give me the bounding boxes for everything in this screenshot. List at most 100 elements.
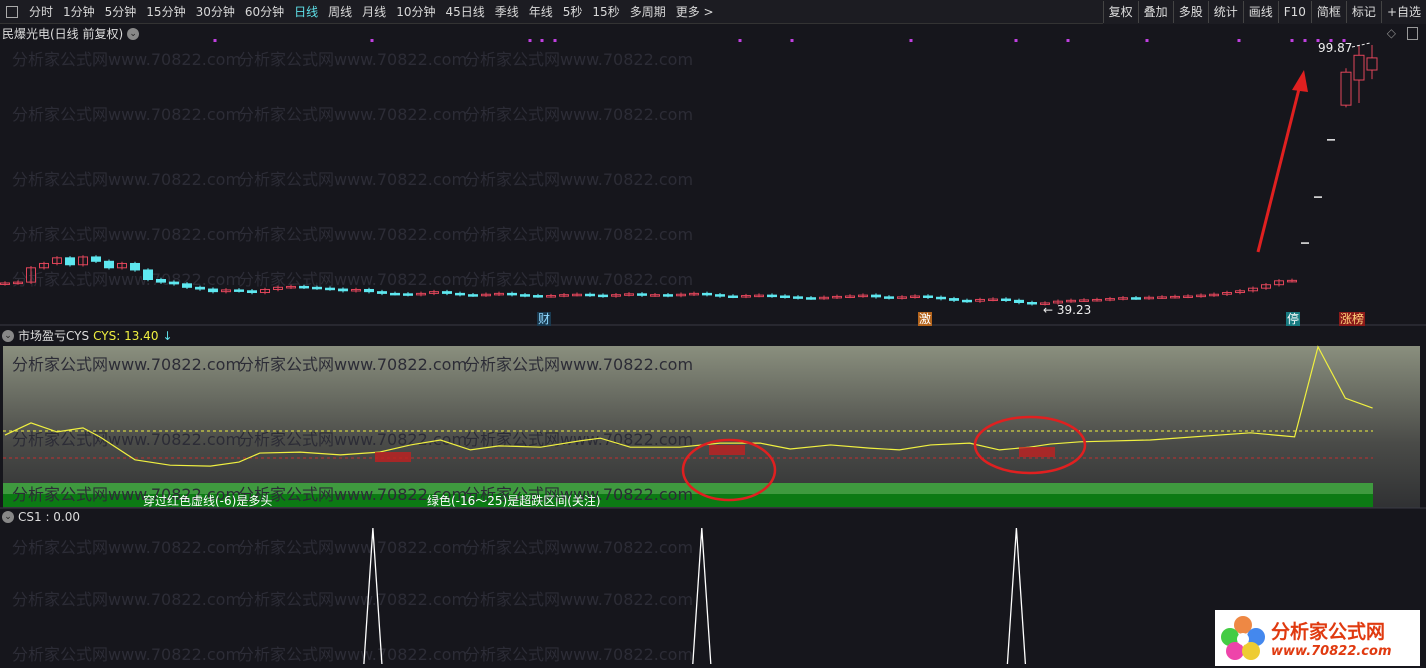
watermark: 分析家公式网www.70822.com: [238, 430, 467, 449]
flower-logo-icon: [1215, 613, 1271, 663]
watermark: 分析家公式网www.70822.com: [464, 590, 693, 609]
watermark: 分析家公式网www.70822.com: [238, 270, 467, 289]
candle: [247, 290, 257, 294]
logo-name: 分析家公式网: [1271, 621, 1386, 643]
cs1-title: CS1 : 0.00: [18, 510, 81, 524]
cys-panel-title: ⌄ 市场盈亏CYS CYS: 13.40 ↓: [2, 327, 173, 344]
signal-dot: [213, 39, 217, 42]
candle: [299, 285, 309, 289]
candle: [338, 288, 348, 292]
watermark: 分析家公式网www.70822.com: [238, 170, 467, 189]
candle: [637, 293, 647, 296]
candle: [702, 292, 712, 296]
candle: [65, 257, 75, 266]
candle: [533, 295, 543, 298]
watermark: 分析家公式网www.70822.com: [238, 50, 467, 69]
signal-zhangbang: 涨榜: [1339, 312, 1366, 326]
watermark: 分析家公式网www.70822.com: [12, 50, 241, 69]
watermark: 分析家公式网www.70822.com: [238, 355, 467, 374]
candle: [377, 291, 387, 294]
candle: [1027, 301, 1037, 305]
candle: [468, 294, 478, 297]
arrow-down-icon: ↓: [162, 328, 173, 343]
watermark: 分析家公式网www.70822.com: [12, 225, 241, 244]
candle: [390, 292, 400, 296]
candle: [143, 269, 153, 281]
watermark: 分析家公式网www.70822.com: [12, 538, 241, 557]
candle: [130, 262, 140, 271]
watermark: 分析家公式网www.70822.com: [12, 270, 241, 289]
signal-dot: [1066, 39, 1070, 42]
watermark: 分析家公式网www.70822.com: [12, 170, 241, 189]
candle: [1001, 298, 1011, 302]
cys-title: 市场盈亏CYS: [18, 329, 90, 343]
watermark: 分析家公式网www.70822.com: [238, 105, 467, 124]
candle: [1366, 57, 1378, 71]
watermark: 分析家公式网www.70822.com: [464, 645, 693, 664]
signal-ting: 停: [1286, 312, 1301, 326]
high-price-label: 99.87: [1318, 41, 1353, 55]
signal-dot: [1303, 39, 1307, 42]
low-price-label: ← 39.23: [1043, 303, 1092, 317]
site-logo: 分析家公式网 www.70822.com: [1215, 610, 1420, 666]
cs1-panel-title: ⌄ CS1 : 0.00: [2, 510, 80, 524]
watermark: 分析家公式网www.70822.com: [12, 645, 241, 664]
signal-dot: [370, 39, 374, 42]
candle: [403, 293, 413, 296]
logo-url: www.70822.com: [1271, 644, 1392, 659]
cys-legend-bull: 穿过红色虚线(-6)是多头: [143, 494, 273, 508]
price-chart[interactable]: 分析家公式网www.70822.com分析家公式网www.70822.com分析…: [0, 0, 1426, 668]
candle: [871, 294, 881, 298]
watermark: 分析家公式网www.70822.com: [238, 590, 467, 609]
candle: [793, 296, 803, 299]
candle: [507, 292, 517, 296]
cs1-spike: [692, 527, 712, 665]
signal-dot: [790, 39, 794, 42]
candle: [663, 294, 673, 297]
candle: [923, 295, 933, 298]
signal-dot: [540, 39, 544, 42]
signal-dot: [738, 39, 742, 42]
signal-ji: 激: [918, 312, 933, 326]
candle: [806, 297, 816, 300]
candle: [585, 293, 595, 297]
candle: [91, 256, 101, 262]
candle: [325, 287, 335, 291]
candle: [1340, 71, 1352, 106]
candle: [169, 281, 179, 285]
candle: [936, 296, 946, 300]
watermark: 分析家公式网www.70822.com: [464, 225, 693, 244]
signal-dot: [909, 39, 913, 42]
watermark: 分析家公式网www.70822.com: [464, 50, 693, 69]
candle: [1131, 297, 1141, 300]
watermark: 分析家公式网www.70822.com: [464, 170, 693, 189]
candle: [598, 294, 608, 298]
watermark: 分析家公式网www.70822.com: [238, 645, 467, 664]
watermark: 分析家公式网www.70822.com: [12, 430, 241, 449]
candle: [715, 294, 725, 297]
candle: [780, 295, 790, 298]
annotation-arrow: [1256, 84, 1302, 253]
chevron-down-icon[interactable]: ⌄: [2, 511, 14, 523]
candle: [949, 298, 959, 301]
signal-dot: [1290, 39, 1294, 42]
watermark: 分析家公式网www.70822.com: [12, 590, 241, 609]
signal-dot: [1014, 39, 1018, 42]
chevron-down-icon[interactable]: ⌄: [2, 329, 14, 342]
cs1-spike: [1006, 527, 1027, 665]
candle: [962, 299, 972, 303]
red-label-marker: [375, 452, 411, 462]
candle: [234, 289, 244, 292]
watermark: 分析家公式网www.70822.com: [464, 105, 693, 124]
candle: [364, 288, 374, 293]
candle: [195, 286, 205, 290]
watermark: 分析家公式网www.70822.com: [464, 270, 693, 289]
candle: [312, 286, 322, 290]
candle: [182, 283, 192, 288]
candle: [104, 260, 114, 269]
candle: [767, 294, 777, 298]
candle: [1014, 299, 1024, 303]
watermark: 分析家公式网www.70822.com: [12, 105, 241, 124]
candle: [884, 296, 894, 299]
watermark: 分析家公式网www.70822.com: [238, 225, 467, 244]
